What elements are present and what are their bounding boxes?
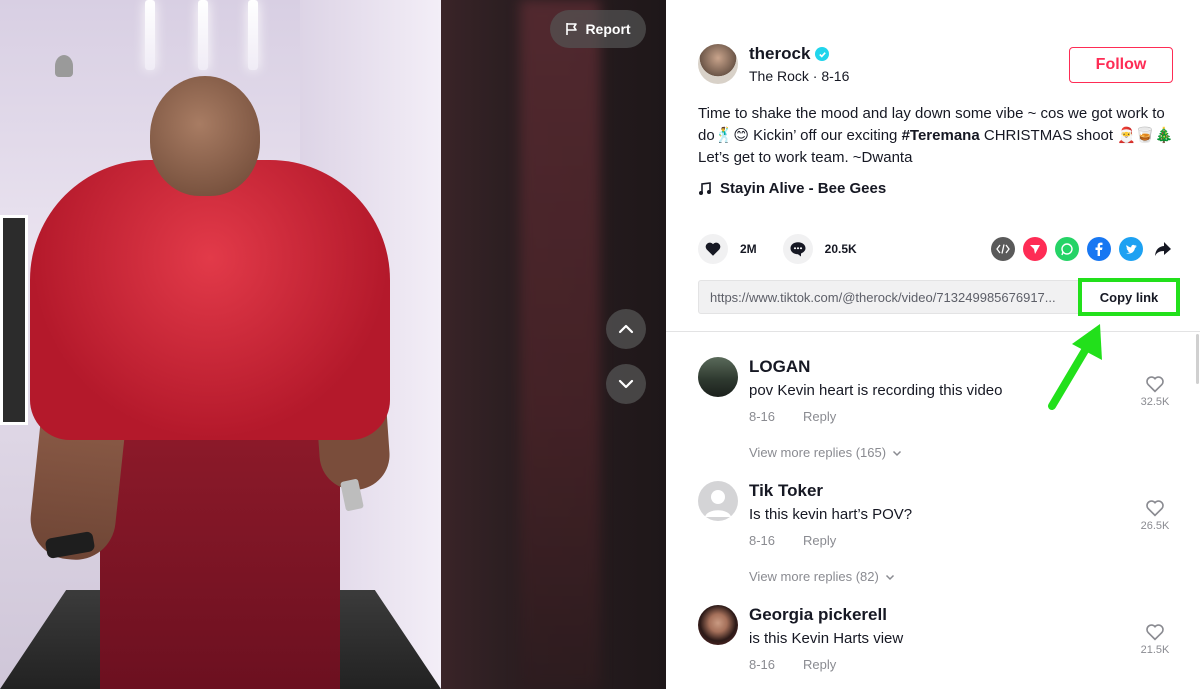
share-options	[991, 237, 1175, 261]
video-lamp	[55, 55, 73, 77]
next-video-button[interactable]	[606, 364, 646, 404]
chevron-down-icon	[618, 379, 634, 389]
heart-outline-icon[interactable]	[1145, 375, 1165, 393]
video-person-pants	[100, 420, 340, 689]
video-ceiling-light	[145, 0, 155, 70]
chevron-down-icon	[885, 574, 894, 580]
share-arrow-icon[interactable]	[1151, 237, 1175, 261]
comment-date: 8-16	[749, 657, 776, 672]
video-link-url[interactable]: https://www.tiktok.com/@therock/video/71…	[699, 290, 1077, 305]
comment-like-count: 32.5K	[1140, 396, 1170, 408]
video-ceiling-light	[198, 0, 208, 70]
comment-like: 32.5K	[1135, 375, 1175, 408]
comment-like-count: 26.5K	[1140, 520, 1170, 532]
facebook-icon[interactable]	[1087, 237, 1111, 261]
reply-button[interactable]: Reply	[803, 533, 836, 548]
video-player[interactable]: Report	[0, 0, 666, 689]
avatar[interactable]	[698, 481, 738, 521]
music-link[interactable]: Stayin Alive - Bee Gees	[698, 180, 886, 197]
chevron-up-icon	[618, 324, 634, 334]
author-display-name-date: The Rock · 8-16	[749, 68, 850, 84]
heart-outline-icon[interactable]	[1145, 499, 1165, 517]
video-blur-background	[520, 0, 600, 689]
video-link-box: https://www.tiktok.com/@therock/video/71…	[698, 278, 1180, 316]
follow-button[interactable]: Follow	[1069, 47, 1173, 83]
video-info-panel: therock The Rock · 8-16 Follow Time to s…	[666, 0, 1200, 689]
like-button[interactable]	[698, 234, 728, 264]
comment-icon	[790, 242, 806, 257]
view-more-replies[interactable]: View more replies (82)	[749, 569, 895, 584]
default-avatar-icon	[705, 490, 731, 517]
engagement-stats: 2M 20.5K	[698, 234, 871, 264]
music-title: Stayin Alive - Bee Gees	[720, 180, 887, 197]
twitter-icon[interactable]	[1119, 237, 1143, 261]
comment-username[interactable]: Tik Toker	[749, 481, 823, 501]
view-more-label: View more replies (82)	[749, 569, 879, 584]
comment-like: 21.5K	[1135, 623, 1175, 656]
previous-video-button[interactable]	[606, 309, 646, 349]
comment-count: 20.5K	[824, 242, 857, 256]
whatsapp-icon[interactable]	[1055, 237, 1079, 261]
report-label: Report	[585, 21, 631, 37]
comment-like-count: 21.5K	[1140, 644, 1170, 656]
embed-icon[interactable]	[991, 237, 1015, 261]
view-more-replies[interactable]: View more replies (165)	[749, 445, 902, 460]
comment-text: is this Kevin Harts view	[749, 630, 904, 647]
section-divider	[666, 331, 1200, 332]
like-count: 2M	[740, 242, 757, 256]
heart-outline-icon[interactable]	[1145, 623, 1165, 641]
avatar[interactable]	[698, 357, 738, 397]
video-caption: Time to shake the mood and lay down some…	[698, 103, 1178, 169]
avatar[interactable]	[698, 605, 738, 645]
report-button[interactable]: Report	[550, 10, 646, 48]
comments-scrollbar[interactable]	[1196, 334, 1199, 384]
comment-username[interactable]: Georgia pickerell	[749, 605, 887, 625]
comment-date: 8-16	[749, 533, 776, 548]
author-username[interactable]: therock	[749, 44, 810, 64]
view-more-label: View more replies (165)	[749, 445, 887, 460]
video-person-shirt	[30, 160, 390, 440]
author-header: therock The Rock · 8-16	[698, 44, 849, 84]
send-icon[interactable]	[1023, 237, 1047, 261]
comment-text: Is this kevin hart’s POV?	[749, 506, 913, 523]
video-doorframe	[0, 215, 28, 425]
comment-username[interactable]: LOGAN	[749, 357, 810, 377]
video-ceiling-light	[248, 0, 258, 70]
chevron-down-icon	[893, 450, 902, 456]
reply-button[interactable]: Reply	[803, 409, 836, 424]
comment-like: 26.5K	[1135, 499, 1175, 532]
comment-date: 8-16	[749, 409, 776, 424]
video-person-head	[150, 76, 260, 196]
hashtag-link[interactable]: #Teremana	[902, 127, 980, 144]
copy-link-button[interactable]: Copy link	[1078, 278, 1180, 316]
heart-icon	[705, 242, 721, 256]
music-note-icon	[699, 181, 711, 195]
flag-icon	[566, 23, 578, 35]
comment-button[interactable]	[782, 234, 813, 264]
author-avatar[interactable]	[698, 44, 738, 84]
reply-button[interactable]: Reply	[803, 657, 836, 672]
annotation-arrow-icon	[1048, 324, 1102, 410]
verified-badge-icon	[815, 47, 830, 61]
video-frame[interactable]	[0, 0, 441, 689]
comment-text: pov Kevin heart is recording this video	[749, 382, 1003, 399]
